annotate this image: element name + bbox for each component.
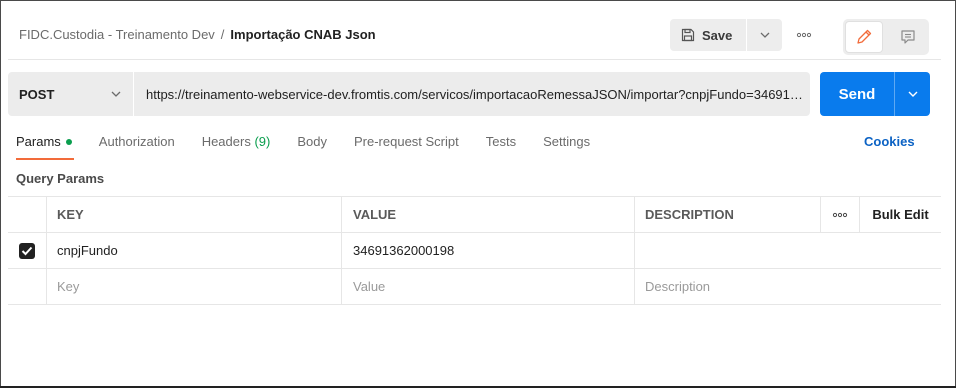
save-label: Save [702, 27, 733, 43]
method-label: POST [19, 86, 55, 102]
breadcrumb-request-name[interactable]: Importação CNAB Json [230, 27, 375, 42]
column-header-key: KEY [46, 197, 341, 232]
row-enabled-checkbox[interactable] [19, 242, 35, 259]
view-mode-toggle [843, 19, 929, 55]
breadcrumb-collection[interactable]: FIDC.Custodia - Treinamento Dev [19, 27, 215, 42]
query-params-table: KEY VALUE DESCRIPTION Bulk Edit cnpjFund… [8, 196, 941, 305]
param-key-field[interactable]: cnpjFundo [46, 233, 341, 268]
save-icon [681, 28, 695, 42]
chevron-down-icon [908, 91, 917, 97]
tab-settings[interactable]: Settings [543, 134, 590, 160]
tab-label: Pre-request Script [353, 134, 459, 149]
breadcrumb-separator: / [220, 27, 225, 42]
new-description-input[interactable]: Description [634, 269, 941, 304]
url-input[interactable]: https://treinamento-webservice-dev.fromt… [134, 72, 810, 116]
param-description-field[interactable] [634, 233, 941, 268]
column-options-button[interactable] [820, 197, 859, 232]
row-checkbox-cell [8, 269, 46, 304]
comments-button[interactable] [889, 21, 927, 53]
pencil-icon [857, 29, 872, 44]
more-horizontal-icon [832, 212, 848, 217]
new-key-input[interactable]: Key [46, 269, 341, 304]
params-indicator-dot [65, 138, 72, 145]
save-button[interactable]: Save [670, 19, 746, 51]
table-header-row: KEY VALUE DESCRIPTION Bulk Edit [8, 197, 941, 233]
comment-icon [901, 30, 915, 44]
url-text: https://treinamento-webservice-dev.fromt… [146, 86, 806, 102]
request-header: FIDC.Custodia - Treinamento Dev / Importaç… [8, 8, 941, 60]
tab-authorization[interactable]: Authorization [99, 134, 175, 160]
bulk-edit-button[interactable]: Bulk Edit [859, 197, 941, 232]
send-button-group: Send [820, 72, 930, 116]
tab-tests[interactable]: Tests [486, 134, 516, 160]
more-horizontal-icon [796, 32, 812, 38]
tab-label: Body [297, 134, 327, 149]
tab-label: Params [16, 134, 61, 149]
column-header-value: VALUE [341, 197, 634, 232]
new-value-input[interactable]: Value [341, 269, 634, 304]
table-row-empty: Key Value Description [8, 269, 941, 305]
tab-pre-request-script[interactable]: Pre-request Script [354, 134, 459, 160]
save-button-group: Save [670, 19, 782, 51]
send-options-button[interactable] [895, 91, 930, 97]
request-tabs: Params Authorization Headers (9) Body Pr… [16, 134, 617, 162]
chevron-down-icon [111, 91, 121, 97]
edit-mode-button[interactable] [845, 21, 883, 53]
more-actions-button[interactable] [792, 25, 816, 45]
tab-body[interactable]: Body [297, 134, 327, 160]
cookies-link[interactable]: Cookies [864, 134, 915, 149]
tab-label: Authorization [98, 134, 175, 149]
header-check-cell [8, 197, 46, 232]
tab-label: Headers [201, 134, 251, 149]
breadcrumb: FIDC.Custodia - Treinamento Dev / Importaç… [19, 27, 376, 42]
save-options-button[interactable] [747, 32, 782, 38]
table-row: cnpjFundo 34691362000198 [8, 233, 941, 269]
checkmark-icon [21, 246, 33, 255]
query-params-title: Query Params [16, 171, 105, 186]
row-checkbox-cell [8, 233, 46, 268]
tab-params[interactable]: Params [16, 134, 74, 160]
send-button[interactable]: Send [820, 72, 894, 116]
tab-label: Tests [485, 134, 517, 149]
method-select[interactable]: POST [8, 72, 133, 116]
column-header-description: DESCRIPTION [634, 197, 820, 232]
chevron-down-icon [760, 32, 769, 38]
tab-headers[interactable]: Headers (9) [202, 134, 271, 160]
param-value-field[interactable]: 34691362000198 [341, 233, 634, 268]
tab-label: Settings [543, 134, 591, 149]
headers-count: (9) [254, 134, 271, 149]
